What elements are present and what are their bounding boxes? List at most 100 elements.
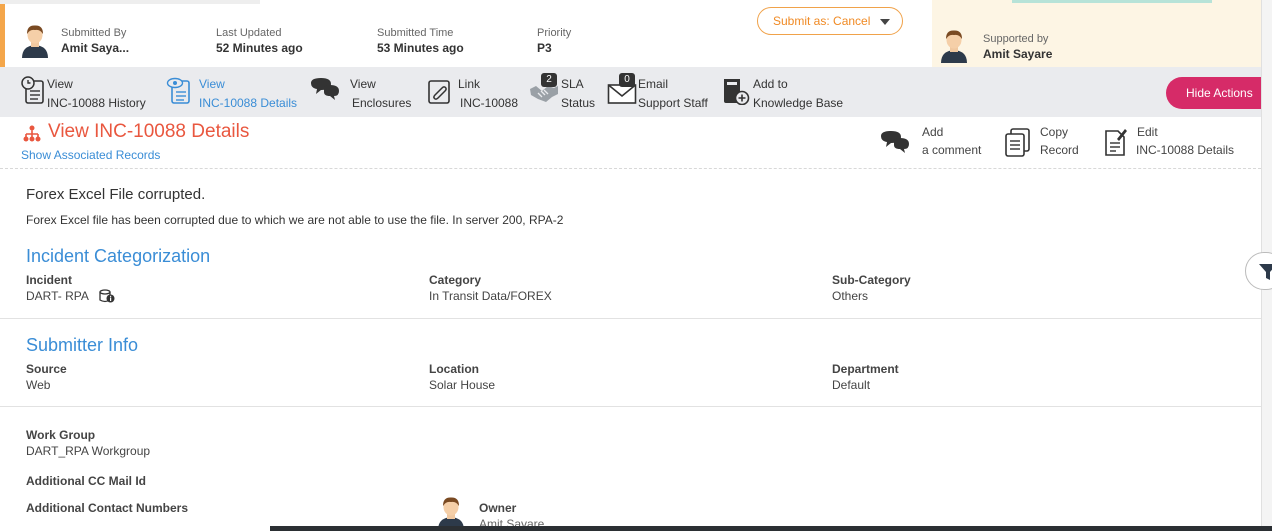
bottom-taskbar-strip — [270, 526, 1272, 531]
info-database-icon[interactable] — [99, 289, 115, 303]
knowledge-base-add-icon — [722, 75, 752, 106]
sitemap-icon — [23, 125, 41, 142]
link-action[interactable]: Link INC-10088 — [427, 75, 518, 113]
sla-line1: SLA — [561, 77, 584, 91]
view-details-line1: View — [199, 77, 225, 91]
edit-document-icon — [1105, 129, 1127, 156]
location-value: Solar House — [429, 378, 496, 392]
submit-as-dropdown[interactable]: Submit as: Cancel — [757, 7, 903, 35]
cc-mail-field: Additional CC Mail Id — [26, 473, 146, 489]
submitted-time-value: 53 Minutes ago — [377, 41, 464, 55]
sla-badge: 2 — [541, 73, 557, 87]
ticket-header: Submitted By Amit Saya... Last Updated 5… — [0, 0, 1272, 67]
edit-details-action[interactable]: Edit INC-10088 Details — [1103, 123, 1234, 159]
page-title-row: View INC-10088 Details Show Associated R… — [0, 117, 1261, 169]
page-title: View INC-10088 Details — [48, 121, 250, 142]
action-toolbar: View INC-10088 History View INC-10088 De… — [0, 67, 1272, 117]
show-associated-records-link[interactable]: Show Associated Records — [21, 148, 160, 162]
kb-line2: Knowledge Base — [753, 96, 844, 110]
department-field: Department Default — [832, 361, 899, 393]
sla-status-action[interactable]: 2 SLA Status — [528, 73, 596, 113]
filter-funnel-icon — [1259, 264, 1272, 280]
copy-record-line1: Copy — [1040, 125, 1069, 139]
submitted-time: Submitted Time 53 Minutes ago — [377, 26, 464, 56]
contact-numbers-field: Additional Contact Numbers — [26, 500, 188, 516]
source-field: Source Web — [26, 361, 67, 393]
supported-by-label: Supported by — [983, 33, 1049, 45]
department-label: Department — [832, 362, 899, 376]
link-line1: Link — [458, 77, 481, 91]
source-label: Source — [26, 362, 67, 376]
category-field: Category In Transit Data/FOREX — [429, 272, 552, 304]
priority: Priority P3 — [537, 26, 571, 56]
work-group-field: Work Group DART_RPA Workgroup — [26, 427, 150, 459]
add-comment-action[interactable]: Add a comment — [878, 123, 981, 159]
copy-record-line2: Record — [1040, 143, 1079, 157]
link-paperclip-icon — [427, 75, 453, 105]
supported-by-value[interactable]: Amit Sayare — [983, 46, 1052, 62]
submit-as-label: Submit as: Cancel — [773, 14, 871, 28]
source-value: Web — [26, 378, 51, 392]
contact-numbers-label: Additional Contact Numbers — [26, 501, 189, 515]
comment-bubbles-icon — [881, 131, 909, 153]
category-value: In Transit Data/FOREX — [429, 289, 552, 303]
submitted-time-label: Submitted Time — [377, 27, 454, 39]
edit-line1: Edit — [1137, 125, 1158, 139]
header-accent-bar — [0, 0, 5, 67]
subcategory-field: Sub-Category Others — [832, 272, 911, 304]
incident-value: DART- RPA — [26, 289, 89, 303]
subcategory-label: Sub-Category — [832, 273, 911, 287]
ticket-description: Forex Excel file has been corrupted due … — [26, 213, 564, 227]
copy-document-icon — [1005, 128, 1030, 157]
chevron-down-icon — [880, 19, 890, 25]
work-group-label: Work Group — [26, 428, 96, 442]
add-comment-line2: a comment — [922, 143, 982, 157]
view-details-action[interactable]: View INC-10088 Details — [166, 75, 297, 113]
work-group-value: DART_RPA Workgroup — [26, 444, 151, 458]
chat-bubbles-icon — [308, 75, 342, 105]
email-line1: Email — [638, 77, 669, 91]
edit-line2: INC-10088 Details — [1136, 143, 1235, 157]
submitted-by-label: Submitted By — [61, 27, 127, 39]
view-enclosures-line2: Enclosures — [352, 96, 412, 110]
view-enclosures-line1: View — [350, 77, 376, 91]
category-label: Category — [429, 273, 482, 287]
supported-by: Supported by Amit Sayare — [983, 32, 1052, 62]
section-divider — [0, 318, 1261, 319]
supported-by-panel: Supported by Amit Sayare — [932, 0, 1261, 67]
details-eye-document-icon — [166, 75, 192, 105]
envelope-icon: 0 — [607, 73, 637, 105]
submitter-info-title: Submitter Info — [26, 335, 139, 355]
last-updated-value: 52 Minutes ago — [216, 41, 303, 55]
submitter-avatar — [22, 25, 48, 58]
link-line2: INC-10088 — [460, 96, 519, 110]
incident-field: Incident DART- RPA — [26, 272, 115, 304]
owner-avatar — [438, 497, 464, 530]
sla-line2: Status — [561, 96, 596, 110]
add-comment-line1: Add — [922, 125, 944, 139]
header-top-strip — [0, 0, 260, 4]
submitted-by: Submitted By Amit Saya... — [61, 26, 129, 56]
copy-record-action[interactable]: Copy Record — [1004, 123, 1079, 159]
incident-categorization-title: Incident Categorization — [26, 246, 211, 266]
last-updated-label: Last Updated — [216, 27, 282, 39]
cc-mail-label: Additional CC Mail Id — [26, 474, 146, 488]
handshake-icon: 2 — [528, 73, 560, 105]
location-label: Location — [429, 362, 479, 376]
view-history-action[interactable]: View INC-10088 History — [20, 75, 146, 113]
last-updated: Last Updated 52 Minutes ago — [216, 26, 303, 56]
filter-toggle-button[interactable] — [1245, 252, 1272, 290]
email-line2: Support Staff — [638, 96, 708, 110]
view-enclosures-action[interactable]: View Enclosures — [308, 75, 411, 113]
email-badge: 0 — [619, 73, 635, 87]
location-field: Location Solar House — [429, 361, 495, 393]
add-knowledge-base-action[interactable]: Add to Knowledge Base — [722, 75, 843, 113]
view-history-line1: View — [47, 77, 73, 91]
submitted-by-value[interactable]: Amit Saya... — [61, 40, 129, 56]
kb-line1: Add to — [753, 77, 788, 91]
hide-actions-button[interactable]: Hide Actions — [1166, 77, 1272, 109]
email-support-action[interactable]: 0 Email Support Staff — [607, 73, 708, 113]
subcategory-value: Others — [832, 289, 869, 303]
supporter-avatar — [941, 30, 967, 63]
view-history-line2: INC-10088 History — [47, 96, 146, 110]
